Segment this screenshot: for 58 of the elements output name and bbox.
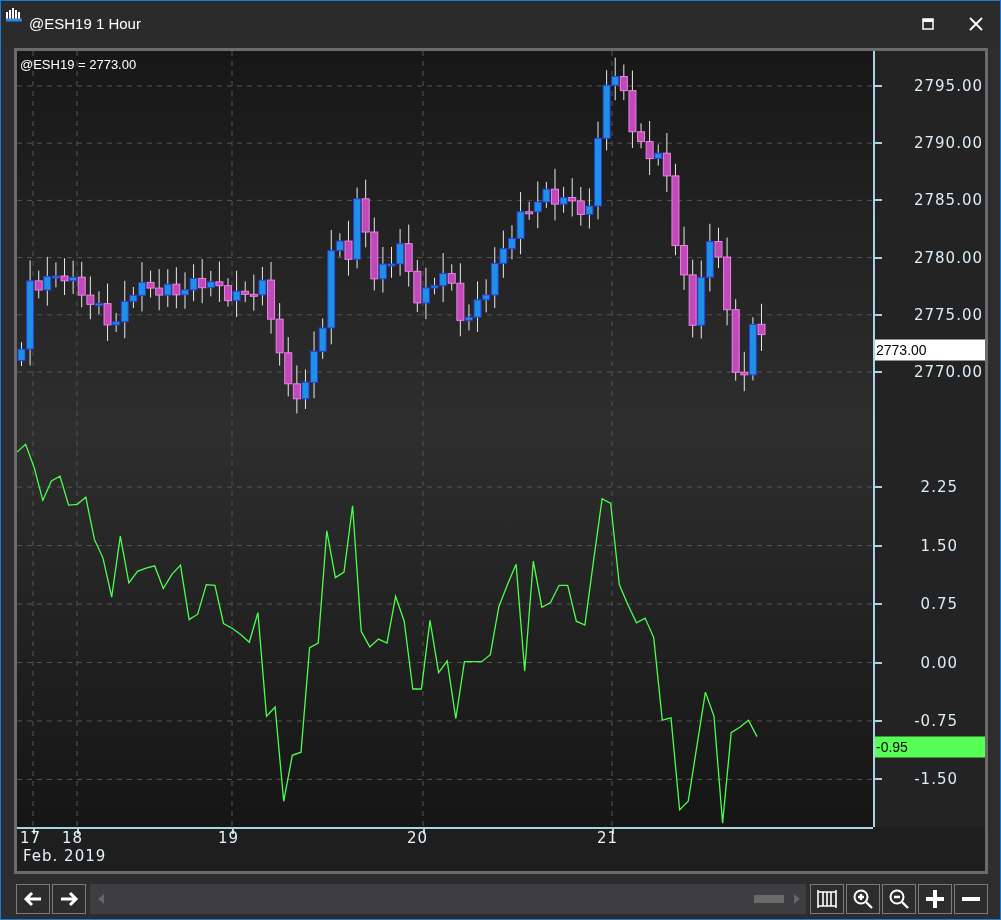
month-label: Feb. 2019 [23, 849, 107, 864]
date-label: 18 [62, 831, 84, 846]
scroll-left-button[interactable] [16, 884, 50, 914]
window-title: @ESH19 1 Hour [29, 14, 142, 32]
oscillator-axis-label: 0.00 [920, 655, 958, 670]
arrow-left-icon [23, 891, 43, 907]
zoom-out-button[interactable] [882, 884, 916, 914]
candlestick [413, 259, 422, 313]
oscillator-axis-label: -1.50 [914, 771, 958, 787]
date-label: 19 [218, 831, 240, 846]
scroll-right-button[interactable] [52, 884, 86, 914]
candlestick [757, 303, 766, 352]
zoom-in-button[interactable] [846, 884, 880, 914]
date-label: 17 [20, 831, 42, 846]
candlestick [292, 364, 301, 414]
plus-icon [925, 889, 945, 909]
close-icon [969, 17, 983, 31]
price-legend: @ESH19 = 2773.00 [20, 57, 137, 72]
price-axis-label: 2795.00 [913, 78, 983, 94]
price-axis-label: 2780.00 [913, 250, 983, 266]
candlestick [275, 302, 284, 367]
oscillator-axis-label: 2.25 [920, 479, 958, 495]
app-logo-icon [5, 6, 23, 24]
remove-button[interactable] [954, 884, 988, 914]
triangle-right-icon [794, 894, 800, 904]
price-axis-label: 2790.00 [913, 135, 983, 151]
date-label: 20 [407, 831, 429, 846]
scrollbar-thumb[interactable] [754, 895, 784, 903]
date-label: 21 [597, 831, 619, 846]
minus-icon [962, 896, 980, 902]
price-axis-label: 2785.00 [913, 192, 983, 208]
add-button[interactable] [918, 884, 952, 914]
candlestick [568, 177, 577, 217]
candlestick [284, 336, 293, 397]
zoom-out-icon [888, 888, 910, 910]
last-value-label: -0.95 [875, 736, 985, 758]
price-axis-label: 2770.00 [913, 364, 983, 380]
candlestick [189, 263, 198, 302]
candlestick [404, 224, 413, 288]
zoom-in-icon [852, 888, 874, 910]
candlestick [69, 260, 78, 295]
candlestick [361, 179, 370, 248]
oscillator-axis-label: -0.75 [914, 713, 958, 729]
maximize-icon [922, 18, 934, 30]
arrow-right-icon [59, 891, 79, 907]
oscillator-axis-label: 1.50 [920, 538, 958, 554]
columns-icon [816, 889, 838, 909]
candlestick [172, 266, 181, 309]
candlestick [163, 268, 172, 308]
horizontal-scrollbar[interactable] [90, 884, 806, 914]
triangle-left-icon [98, 894, 104, 904]
candlestick [499, 230, 508, 279]
oscillator-axis-label: 0.75 [920, 596, 958, 612]
candlestick [77, 261, 86, 308]
last-price-label: 2773.00 [875, 339, 985, 361]
candlestick [576, 186, 585, 227]
price-axis-label: 2775.00 [913, 307, 983, 323]
fit-columns-button[interactable] [810, 884, 844, 914]
